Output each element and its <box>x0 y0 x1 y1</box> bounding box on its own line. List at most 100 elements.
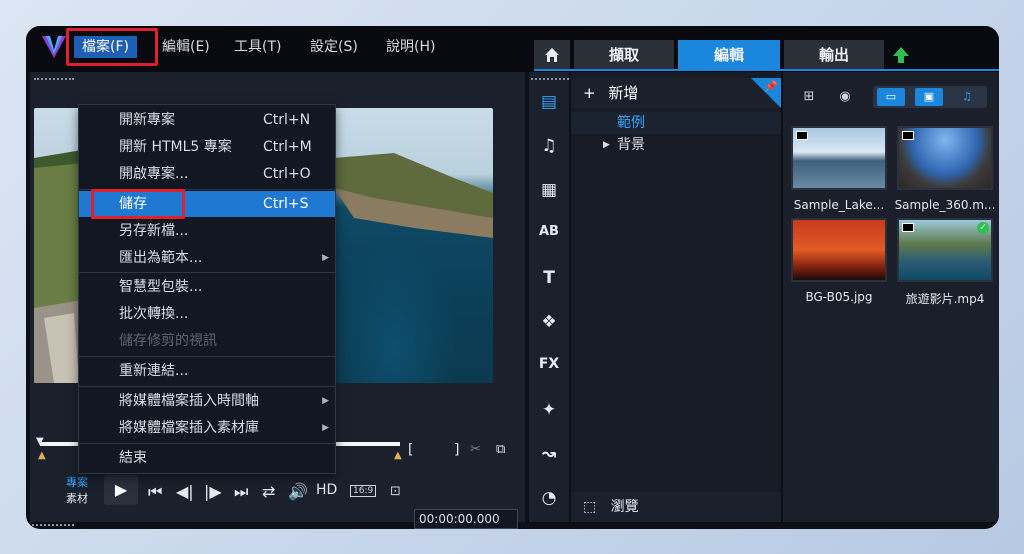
panel-grip[interactable] <box>531 78 573 81</box>
menu-item-smart-package[interactable]: 智慧型包裝... <box>79 274 335 300</box>
menu-item-insert-to-library[interactable]: 將媒體檔案插入素材庫 ▶ <box>79 415 335 441</box>
tab-share[interactable]: 輸出 <box>784 40 884 70</box>
menu-separator <box>79 272 335 273</box>
upload-icon[interactable] <box>892 46 910 64</box>
import-media-icon[interactable]: ⊞ <box>797 86 821 108</box>
menu-help[interactable]: 說明(H) <box>386 36 435 58</box>
video-badge-icon <box>902 131 914 140</box>
media-filter-group: ▭ ▣ ♫ <box>873 86 987 108</box>
menu-item-label: 重新連結... <box>119 363 189 379</box>
app-logo-icon <box>42 36 66 58</box>
enlarge-preview-icon[interactable]: ⧉ <box>496 442 505 457</box>
library-tree-panel: + 新增 📌 範例 ▶ 背景 ⬚ 瀏覽 <box>571 72 781 522</box>
tab-home[interactable] <box>534 40 570 70</box>
menu-item-batch-convert[interactable]: 批次轉換... <box>79 301 335 327</box>
media-name: Sample_Lake... <box>793 198 885 212</box>
transition-icon[interactable]: ▦ <box>529 180 569 200</box>
menu-item-shortcut: Ctrl+N <box>263 112 311 128</box>
browse-icon: ⬚ <box>583 499 597 515</box>
split-clip-icon[interactable]: ✂ <box>470 442 481 457</box>
end-icon[interactable]: ⏭ <box>234 482 248 502</box>
menu-edit[interactable]: 編輯(E) <box>162 36 210 58</box>
tree-item-backgrounds[interactable]: ▶ 背景 <box>571 134 781 156</box>
clip-mode-label[interactable]: 素材 <box>66 490 88 506</box>
tree-item-samples[interactable]: 範例 <box>571 112 781 134</box>
submenu-arrow-icon: ▶ <box>322 396 329 406</box>
video-badge-icon <box>902 223 914 232</box>
path-icon[interactable]: ↝ <box>529 444 569 464</box>
project-mode-label[interactable]: 專案 <box>66 474 88 490</box>
media-icon[interactable]: ▤ <box>529 92 569 112</box>
media-thumbnail[interactable] <box>791 218 887 282</box>
timecode-field[interactable]: 00:00:00.000 <box>414 509 518 529</box>
browse-button[interactable]: ⬚ 瀏覽 <box>571 492 781 522</box>
menu-item-label: 結束 <box>119 450 147 466</box>
repeat-icon[interactable]: ⇄ <box>262 482 275 501</box>
menu-separator <box>79 356 335 357</box>
instant-project-icon[interactable]: ♫ <box>529 136 569 156</box>
mark-out-icon[interactable]: ▲ <box>394 450 402 461</box>
title-icon[interactable]: T <box>529 268 569 288</box>
menu-item-save-as[interactable]: 另存新檔... <box>79 218 335 244</box>
expand-arrow-icon[interactable]: ▶ <box>603 134 610 156</box>
tab-capture[interactable]: 擷取 <box>574 40 674 70</box>
hd-button[interactable]: HD <box>316 482 337 498</box>
menu-separator <box>79 443 335 444</box>
media-name: Sample_360.m... <box>894 198 996 212</box>
mark-out-bracket-icon[interactable]: ] <box>454 442 459 458</box>
menu-item-label: 開啟專案... <box>119 166 189 182</box>
file-menu-highlight <box>66 28 158 66</box>
menu-settings[interactable]: 設定(S) <box>310 36 358 58</box>
panel-grip[interactable] <box>34 78 74 81</box>
show-photo-button[interactable]: ▣ <box>915 88 943 106</box>
display-mode-icon[interactable]: ⊡ <box>390 484 401 499</box>
library-category-rail: ▤ ♫ ▦ AB T ❖ FX ✦ ↝ ◔ <box>529 72 573 522</box>
menu-tools[interactable]: 工具(T) <box>234 36 281 58</box>
menu-item-insert-to-timeline[interactable]: 將媒體檔案插入時間軸 ▶ <box>79 388 335 414</box>
menu-item-new-project[interactable]: 開新專案 Ctrl+N <box>79 107 335 133</box>
play-button[interactable]: ▶ <box>104 475 138 505</box>
mark-in-bracket-icon[interactable]: [ <box>408 442 413 458</box>
title-template-icon[interactable]: AB <box>529 224 569 239</box>
graphics-icon[interactable]: ❖ <box>529 312 569 332</box>
menu-item-relink[interactable]: 重新連結... <box>79 358 335 384</box>
player-panel: ▼ ▲ ▲ [ ] ✂ ⧉ 專案 素材 ▶ ⏮ ◀| |▶ ⏭ ⇄ 🔊 HD 1… <box>30 72 525 529</box>
menu-item-save-trimmed-video: 儲存修剪的視訊 <box>79 328 335 354</box>
menu-item-shortcut: Ctrl+O <box>263 166 311 182</box>
menu-item-export-template[interactable]: 匯出為範本... ▶ <box>79 245 335 271</box>
record-capture-icon[interactable]: ◉ <box>833 86 857 108</box>
tab-edit[interactable]: 編輯 <box>678 40 780 70</box>
browse-label: 瀏覽 <box>610 499 639 515</box>
volume-icon[interactable]: 🔊 <box>288 482 308 501</box>
menu-item-label: 智慧型包裝... <box>119 279 203 295</box>
tree-item-label: 背景 <box>617 137 645 153</box>
menu-item-exit[interactable]: 結束 <box>79 445 335 471</box>
submenu-arrow-icon: ▶ <box>322 423 329 433</box>
app-window: 檔案(F) 編輯(E) 工具(T) 設定(S) 說明(H) 擷取 編輯 輸出 ▼… <box>26 26 999 529</box>
pin-icon[interactable]: 📌 <box>764 80 778 93</box>
next-frame-icon[interactable]: |▶ <box>204 482 222 501</box>
media-thumbnail[interactable]: ✓ <box>897 218 993 282</box>
add-folder-button[interactable]: + 新增 <box>583 82 638 103</box>
show-audio-button[interactable]: ♫ <box>953 88 981 106</box>
media-thumbnail[interactable] <box>791 126 887 190</box>
menu-item-open-project[interactable]: 開啟專案... Ctrl+O <box>79 161 335 187</box>
playhead-icon[interactable]: ▼ <box>36 436 44 447</box>
home-icon-transport[interactable]: ⏮ <box>148 482 162 502</box>
top-bar: 檔案(F) 編輯(E) 工具(T) 設定(S) 說明(H) 擷取 編輯 輸出 <box>26 26 999 72</box>
speed-icon[interactable]: ◔ <box>529 488 569 508</box>
overlay-effect-icon[interactable]: ✦ <box>529 400 569 420</box>
filter-icon[interactable]: FX <box>529 356 569 372</box>
previous-frame-icon[interactable]: ◀| <box>176 482 194 501</box>
menu-item-label: 匯出為範本... <box>119 250 203 266</box>
panel-grip[interactable] <box>32 524 74 527</box>
show-video-button[interactable]: ▭ <box>877 88 905 106</box>
menu-separator <box>79 386 335 387</box>
add-label: 新增 <box>608 84 639 102</box>
menu-item-new-html5-project[interactable]: 開新 HTML5 專案 Ctrl+M <box>79 134 335 160</box>
media-thumbnail[interactable] <box>897 126 993 190</box>
submenu-arrow-icon: ▶ <box>322 253 329 263</box>
mark-in-icon[interactable]: ▲ <box>38 450 46 461</box>
aspect-ratio-button[interactable]: 16:9 <box>350 485 377 497</box>
library-header: + 新增 📌 <box>571 78 781 108</box>
